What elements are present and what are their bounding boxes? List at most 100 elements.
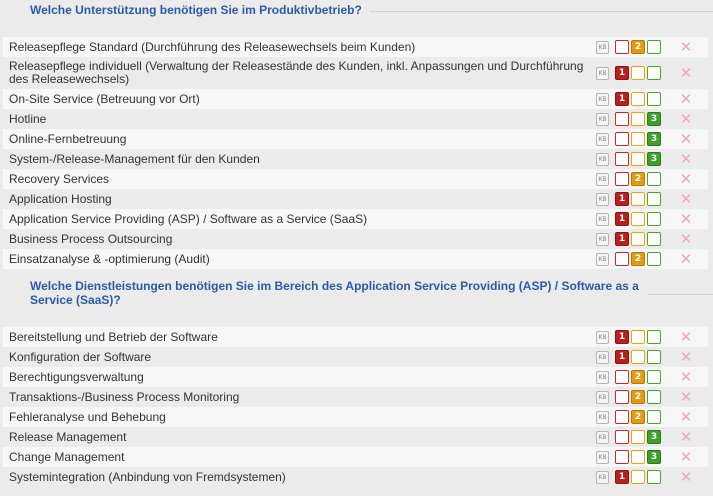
priority-2-checkbox[interactable]	[631, 92, 645, 106]
priority-3-checkbox[interactable]	[647, 172, 661, 186]
priority-3-checkbox[interactable]	[647, 350, 661, 364]
priority-3-checkbox[interactable]: 3	[647, 430, 661, 444]
delete-icon[interactable]: ✕	[679, 152, 693, 167]
delete-icon[interactable]: ✕	[679, 370, 693, 385]
priority-3-checkbox[interactable]	[647, 92, 661, 106]
priority-3-checkbox[interactable]	[647, 410, 661, 424]
kb-icon[interactable]: KB	[596, 410, 609, 424]
priority-2-checkbox[interactable]	[631, 350, 645, 364]
kb-icon[interactable]: KB	[596, 192, 609, 206]
priority-2-checkbox[interactable]	[631, 112, 645, 126]
priority-3-checkbox[interactable]: 3	[647, 112, 661, 126]
kb-icon[interactable]: KB	[596, 92, 609, 106]
kb-icon[interactable]: KB	[596, 232, 609, 246]
priority-2-checkbox[interactable]: 2	[631, 40, 645, 54]
priority-1-checkbox[interactable]: 1	[615, 66, 629, 80]
kb-icon[interactable]: KB	[596, 350, 609, 364]
kb-icon[interactable]: KB	[596, 172, 609, 186]
priority-3-checkbox[interactable]	[647, 192, 661, 206]
delete-icon[interactable]: ✕	[679, 450, 693, 465]
kb-icon[interactable]: KB	[596, 390, 609, 404]
kb-icon[interactable]: KB	[596, 252, 609, 266]
priority-3-checkbox[interactable]: 3	[647, 450, 661, 464]
priority-1-checkbox[interactable]: 1	[615, 212, 629, 226]
priority-1-checkbox[interactable]: 1	[615, 232, 629, 246]
priority-1-checkbox[interactable]	[615, 132, 629, 146]
priority-2-checkbox[interactable]	[631, 212, 645, 226]
kb-icon[interactable]: KB	[596, 152, 609, 166]
priority-1-checkbox[interactable]	[615, 40, 629, 54]
priority-3-checkbox[interactable]	[647, 470, 661, 484]
priority-2-checkbox[interactable]	[631, 232, 645, 246]
delete-icon[interactable]: ✕	[679, 192, 693, 207]
delete-icon[interactable]: ✕	[679, 92, 693, 107]
delete-icon[interactable]: ✕	[679, 410, 693, 425]
kb-icon[interactable]: KB	[596, 112, 609, 126]
priority-2-checkbox[interactable]: 2	[631, 410, 645, 424]
priority-controls: KB 1 ✕	[596, 212, 708, 227]
priority-3-checkbox[interactable]	[647, 212, 661, 226]
delete-icon[interactable]: ✕	[679, 330, 693, 345]
priority-controls: KB 3 ✕	[596, 430, 708, 445]
delete-icon[interactable]: ✕	[679, 40, 693, 55]
delete-icon[interactable]: ✕	[679, 66, 693, 81]
priority-2-checkbox[interactable]: 2	[631, 390, 645, 404]
delete-icon[interactable]: ✕	[679, 430, 693, 445]
priority-1-checkbox[interactable]	[615, 430, 629, 444]
priority-2-checkbox[interactable]	[631, 430, 645, 444]
delete-icon[interactable]: ✕	[679, 172, 693, 187]
priority-3-checkbox[interactable]	[647, 252, 661, 266]
priority-1-checkbox[interactable]	[615, 252, 629, 266]
priority-3-checkbox[interactable]: 3	[647, 132, 661, 146]
priority-2-checkbox[interactable]	[631, 192, 645, 206]
priority-2-checkbox[interactable]: 2	[631, 252, 645, 266]
priority-3-checkbox[interactable]	[647, 390, 661, 404]
priority-3-checkbox[interactable]	[647, 330, 661, 344]
priority-2-checkbox[interactable]	[631, 330, 645, 344]
delete-icon[interactable]: ✕	[679, 390, 693, 405]
delete-icon[interactable]: ✕	[679, 252, 693, 267]
priority-2-checkbox[interactable]: 2	[631, 370, 645, 384]
kb-icon[interactable]: KB	[596, 66, 609, 80]
priority-3-checkbox[interactable]	[647, 40, 661, 54]
priority-3-checkbox[interactable]	[647, 370, 661, 384]
priority-1-checkbox[interactable]	[615, 152, 629, 166]
priority-2-checkbox[interactable]: 2	[631, 172, 645, 186]
priority-3-checkbox[interactable]	[647, 66, 661, 80]
kb-icon[interactable]: KB	[596, 470, 609, 484]
priority-1-checkbox[interactable]: 1	[615, 192, 629, 206]
priority-1-checkbox[interactable]	[615, 112, 629, 126]
service-row: Bereitstellung und Betrieb der Software K…	[3, 327, 708, 347]
delete-icon[interactable]: ✕	[679, 112, 693, 127]
priority-2-checkbox[interactable]	[631, 132, 645, 146]
kb-icon[interactable]: KB	[596, 450, 609, 464]
delete-icon[interactable]: ✕	[679, 212, 693, 227]
kb-icon[interactable]: KB	[596, 430, 609, 444]
priority-1-checkbox[interactable]	[615, 390, 629, 404]
kb-icon[interactable]: KB	[596, 212, 609, 226]
priority-1-checkbox[interactable]	[615, 172, 629, 186]
delete-icon[interactable]: ✕	[679, 132, 693, 147]
priority-1-checkbox[interactable]: 1	[615, 350, 629, 364]
priority-3-checkbox[interactable]: 3	[647, 152, 661, 166]
priority-1-checkbox[interactable]	[615, 370, 629, 384]
delete-icon[interactable]: ✕	[679, 350, 693, 365]
delete-icon[interactable]: ✕	[679, 232, 693, 247]
priority-3-checkbox[interactable]	[647, 232, 661, 246]
kb-icon[interactable]: KB	[596, 370, 609, 384]
delete-icon[interactable]: ✕	[679, 470, 693, 485]
priority-2-checkbox[interactable]	[631, 66, 645, 80]
priority-2-checkbox[interactable]	[631, 450, 645, 464]
service-row: Fehleranalyse und Behebung KB 2 ✕	[3, 407, 708, 427]
priority-2-checkbox[interactable]	[631, 152, 645, 166]
priority-1-checkbox[interactable]	[615, 450, 629, 464]
priority-2-checkbox[interactable]	[631, 470, 645, 484]
kb-icon[interactable]: KB	[596, 330, 609, 344]
priority-1-checkbox[interactable]	[615, 410, 629, 424]
kb-icon[interactable]: KB	[596, 40, 609, 54]
priority-1-checkbox[interactable]: 1	[615, 330, 629, 344]
kb-icon[interactable]: KB	[596, 132, 609, 146]
priority-1-checkbox[interactable]: 1	[615, 92, 629, 106]
priority-controls: KB 2 ✕	[596, 410, 708, 425]
priority-1-checkbox[interactable]: 1	[615, 470, 629, 484]
